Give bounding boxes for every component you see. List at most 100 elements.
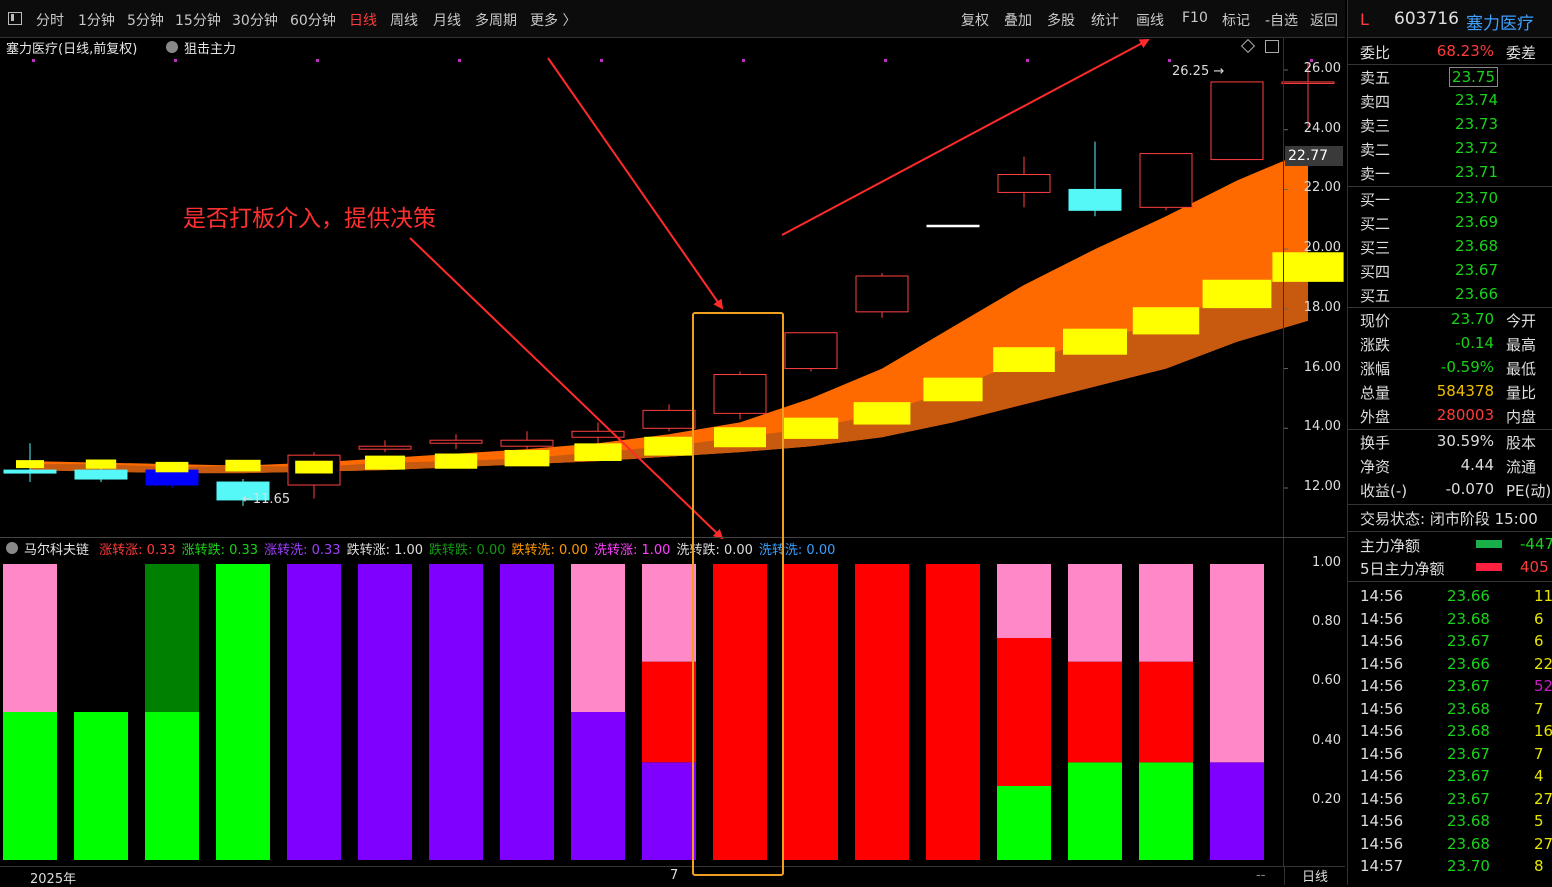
probability-bar[interactable] [145,564,199,860]
candlestick[interactable] [926,224,980,228]
tick-price: 23.67 [1447,789,1490,808]
tick-row: 14:57 23.70 8 [1360,857,1552,879]
price-tick: 20.00 [1303,240,1341,256]
candlestick[interactable] [571,422,625,444]
tick-price: 23.67 [1447,744,1490,763]
probability-bar[interactable] [358,564,412,860]
tick-time: 14:56 [1360,677,1404,695]
probability-bar[interactable] [571,564,625,860]
tick-price: 23.68 [1447,699,1490,718]
tick-price: 23.70 [1447,857,1490,875]
probability-bar[interactable] [997,564,1051,860]
candlestick[interactable] [1210,81,1264,161]
market-marker: L [1360,10,1369,29]
stat-row: 涨幅 -0.59% 最低 [1360,358,1552,381]
top-dot-marker [742,59,745,62]
time-axis: 2025年 7 -- 日线 [0,866,1345,887]
order-row[interactable]: 卖五 23.75 [1360,67,1552,90]
tick-time: 14:56 [1360,722,1404,740]
tick-time: 14:56 [1360,789,1404,808]
tick-volume: 7 [1534,699,1544,718]
probability-bar[interactable] [3,564,57,860]
weibi-value: 68.23% [1436,42,1494,60]
probability-bar[interactable] [500,564,554,860]
order-price: 23.67 [1455,261,1498,279]
tick-row: 14:56 23.68 27 [1360,835,1552,857]
probability-bar[interactable] [1068,564,1122,860]
candlestick[interactable] [855,273,909,318]
annotation-arrow [409,237,724,540]
signal-marker [504,449,550,467]
candlestick[interactable] [1139,153,1193,211]
candlestick[interactable] [358,440,412,453]
signal-marker [1132,307,1200,335]
candlestick[interactable] [997,156,1051,208]
tick-time: 14:56 [1360,632,1404,650]
order-label: 买四 [1360,263,1391,281]
candlestick[interactable] [642,404,696,432]
order-row[interactable]: 卖三 23.73 [1360,115,1552,138]
candlestick[interactable] [784,332,838,372]
signal-marker [1202,279,1272,309]
tick-price: 23.68 [1447,722,1490,740]
probability-bar[interactable] [216,564,270,860]
order-row[interactable]: 买一 23.70 [1360,189,1552,212]
candlestick[interactable] [429,434,483,450]
top-dot-marker [884,59,887,62]
top-dot-marker [174,59,177,62]
annotation-text: 是否打板介入，提供决策 [183,206,436,232]
order-row[interactable]: 买三 23.68 [1360,237,1552,260]
probability-bar[interactable] [642,564,696,860]
tick-row: 14:56 23.68 16 [1360,722,1552,744]
stat-value: -0.14 [1455,334,1494,352]
price-tick: 26.00 [1303,61,1341,76]
current-price-tag: 22.77 [1285,146,1343,166]
year-label: 2025年 [30,872,77,887]
tick-volume: 22 [1534,654,1552,673]
probability-bar[interactable] [855,564,909,860]
stat-row: 涨跌 -0.14 最高 [1360,334,1552,357]
order-label: 卖一 [1360,165,1391,183]
tick-time: 14:56 [1360,609,1404,628]
probability-tick: 0.80 [1312,614,1341,630]
probability-bar[interactable] [429,564,483,860]
order-row[interactable]: 卖四 23.74 [1360,91,1552,114]
order-row[interactable]: 买五 23.66 [1360,285,1552,308]
tick-volume: 6 [1534,632,1544,650]
flow-value: 405 [1520,558,1549,576]
signal-marker [783,417,839,439]
order-label: 卖四 [1360,93,1391,111]
tick-volume: 27 [1534,789,1552,808]
markov-bar-chart[interactable] [0,538,1345,866]
period-button[interactable]: 日线 [1284,866,1345,885]
axis-dash: -- [1256,868,1266,883]
tick-row: 14:56 23.67 27 [1360,790,1552,812]
probability-bar[interactable] [1210,564,1264,860]
trade-status: 交易状态: 闭市阶段 15:00 [1360,510,1538,528]
candlestick[interactable] [287,452,341,499]
order-price: 23.69 [1455,213,1498,231]
price-axis-divider [1283,37,1284,537]
fund-flow-row: 主力净额 -447 [1360,535,1552,558]
tick-price: 23.68 [1447,609,1490,628]
probability-bar[interactable] [287,564,341,860]
probability-bar[interactable] [74,712,128,860]
stat-value: 30.59% [1436,432,1494,450]
tick-volume: 27 [1534,834,1552,853]
probability-bar[interactable] [1139,564,1193,860]
order-row[interactable]: 卖一 23.71 [1360,163,1552,186]
probability-bar[interactable] [784,564,838,860]
order-row[interactable]: 买二 23.69 [1360,213,1552,236]
candlestick[interactable] [500,431,554,450]
probability-bar[interactable] [926,564,980,860]
order-row[interactable]: 卖二 23.72 [1360,139,1552,162]
order-row[interactable]: 买四 23.67 [1360,261,1552,284]
order-price: 23.72 [1455,139,1498,157]
stat-label: 涨跌 [1360,336,1391,354]
probability-tick: 0.40 [1312,732,1341,748]
candlestick-chart[interactable]: 26.25 → ←11.65 是否打板介入，提供决策 [0,0,1345,540]
top-dot-marker [1026,59,1029,62]
candlestick[interactable] [1068,141,1122,217]
tick-volume: 8 [1534,857,1544,875]
stat-label: 外盘 [1360,408,1391,426]
